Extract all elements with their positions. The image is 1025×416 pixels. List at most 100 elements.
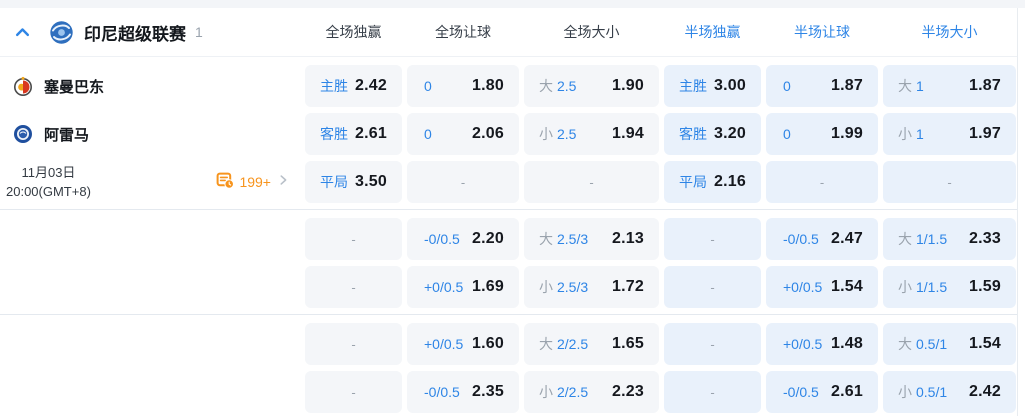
odds-cell-over-under[interactable]: 大 2.5/3 2.13 [524, 218, 659, 260]
odds-cell-handicap[interactable]: -0/0.5 2.61 [766, 371, 878, 413]
odds-value: 1.90 [612, 77, 644, 94]
handicap-line: +0/0.5 [424, 279, 464, 295]
odds-value: 1.94 [612, 125, 644, 142]
odds-cell-handicap[interactable]: -0/0.5 2.47 [766, 218, 878, 260]
selection-label: 平局 [679, 174, 708, 190]
match-date: 11月03日 [21, 164, 76, 180]
league-odds-card: 印尼超级联赛 1 全场独赢 全场让球 全场大小 半场独赢 半场让球 半场大小 塞… [0, 8, 1018, 416]
home-team-row[interactable]: 塞曼巴东 [0, 76, 300, 97]
league-header-row: 印尼超级联赛 1 全场独赢 全场让球 全场大小 半场独赢 半场让球 半场大小 [0, 8, 1017, 57]
over-under-side: 小 [539, 279, 553, 295]
odds-value: 3.20 [714, 125, 746, 142]
over-under-line: 2.5 [557, 126, 577, 142]
odds-cell-win[interactable]: 主胜 2.42 [305, 65, 402, 107]
handicap-line: -0/0.5 [783, 231, 819, 247]
handicap-line: 0 [783, 78, 791, 94]
odds-cell-handicap[interactable]: +0/0.5 1.69 [407, 266, 519, 308]
over-under-line: 1 [916, 126, 924, 142]
over-under-line: 1/1.5 [916, 231, 948, 247]
odds-cell-handicap[interactable]: 0 1.80 [407, 65, 519, 107]
odds-cell-handicap[interactable]: +0/0.5 1.54 [766, 266, 878, 308]
odds-cell-over-under[interactable]: 大 0.5/1 1.54 [883, 323, 1016, 365]
odds-cell-handicap[interactable]: 0 1.99 [766, 113, 878, 155]
odds-cell-handicap[interactable]: +0/0.5 1.60 [407, 323, 519, 365]
over-under-side: 小 [898, 279, 912, 295]
odds-row: - +0/0.5 1.60 大 2/2.5 1.65- +0/0.5 1.48 大 0.5/1 1.… [0, 320, 1017, 368]
odds-row: 11月03日 20:00(GMT+8) 199+ 平局 3.50 - - 平局 … [0, 158, 1017, 206]
handicap-line: 0 [783, 126, 791, 142]
odds-value: 1.69 [472, 278, 504, 295]
empty-odds-placeholder: - [819, 174, 825, 190]
over-under-side: 大 [898, 231, 912, 247]
odds-cell-win[interactable]: 客胜 3.20 [664, 113, 761, 155]
over-under-line: 0.5/1 [916, 336, 948, 352]
odds-cell-over-under[interactable]: 大 2.5 1.90 [524, 65, 659, 107]
over-under-line: 2.5/3 [557, 279, 589, 295]
empty-odds-placeholder: - [710, 231, 715, 247]
column-header-half-1x2: 半场独赢 [684, 24, 741, 40]
odds-cell-handicap[interactable]: -0/0.5 2.35 [407, 371, 519, 413]
odds-value: 3.50 [355, 173, 387, 190]
handicap-line: 0 [424, 126, 432, 142]
odds-block-alt-1: - -0/0.5 2.20 大 2.5/3 2.13- -0/0.5 2.47 大 1/1.5 2.… [0, 210, 1017, 315]
odds-cell-over-under[interactable]: 小 2.5 1.94 [524, 113, 659, 155]
empty-odds-placeholder: - [710, 336, 715, 352]
league-logo-icon [49, 20, 74, 45]
odds-cell-win[interactable]: 平局 3.50 [305, 161, 402, 203]
odds-cell-over-under[interactable]: 小 1 1.97 [883, 113, 1016, 155]
odds-cell-over-under[interactable]: 大 1/1.5 2.33 [883, 218, 1016, 260]
empty-odds-placeholder: - [460, 174, 466, 190]
chevron-up-icon[interactable] [14, 24, 31, 41]
odds-cell-handicap[interactable]: 0 2.06 [407, 113, 519, 155]
league-title[interactable]: 印尼超级联赛 [84, 20, 186, 45]
odds-block-alt-2: - +0/0.5 1.60 大 2/2.5 1.65- +0/0.5 1.48 大 0.5/1 1.… [0, 315, 1017, 416]
odds-value: 1.87 [969, 77, 1001, 94]
over-under-line: 2/2.5 [557, 384, 589, 400]
more-markets-count: 199+ [239, 174, 271, 190]
odds-value: 1.65 [612, 335, 644, 352]
handicap-line: +0/0.5 [783, 336, 823, 352]
handicap-line: +0/0.5 [424, 336, 464, 352]
odds-value: 2.42 [355, 77, 387, 94]
odds-cell-empty: - [664, 266, 761, 308]
odds-cell-empty: - [664, 371, 761, 413]
empty-odds-placeholder: - [351, 384, 356, 400]
odds-cell-handicap[interactable]: 0 1.87 [766, 65, 878, 107]
odds-cell-empty: - [524, 161, 659, 203]
odds-cell-handicap[interactable]: -0/0.5 2.20 [407, 218, 519, 260]
over-under-line: 2.5 [557, 78, 577, 94]
odds-cell-over-under[interactable]: 小 2/2.5 2.23 [524, 371, 659, 413]
over-under-side: 大 [539, 78, 553, 94]
odds-value: 2.42 [969, 383, 1001, 400]
odds-cell-over-under[interactable]: 大 2/2.5 1.65 [524, 323, 659, 365]
empty-odds-placeholder: - [351, 231, 356, 247]
odds-cell-empty: - [664, 218, 761, 260]
away-team-row[interactable]: 阿雷马 [0, 124, 300, 145]
column-header-full-over-under: 全场大小 [563, 24, 620, 40]
odds-cell-win[interactable]: 客胜 2.61 [305, 113, 402, 155]
odds-value: 2.61 [831, 383, 863, 400]
over-under-side: 大 [539, 336, 553, 352]
over-under-line: 1/1.5 [916, 279, 948, 295]
over-under-side: 大 [898, 336, 912, 352]
markets-list-icon [216, 171, 235, 194]
odds-value: 1.87 [831, 77, 863, 94]
odds-cell-win[interactable]: 主胜 3.00 [664, 65, 761, 107]
over-under-line: 2/2.5 [557, 336, 589, 352]
odds-row: - +0/0.5 1.69 小 2.5/3 1.72- +0/0.5 1.54 小 1/1.5 1.… [0, 263, 1017, 311]
odds-cell-handicap[interactable]: +0/0.5 1.48 [766, 323, 878, 365]
odds-cell-over-under[interactable]: 小 0.5/1 2.42 [883, 371, 1016, 413]
league-header-left: 印尼超级联赛 1 [0, 20, 300, 45]
column-header-full-handicap: 全场让球 [435, 24, 491, 40]
odds-cell-over-under[interactable]: 小 1/1.5 1.59 [883, 266, 1016, 308]
odds-cell-over-under[interactable]: 小 2.5/3 1.72 [524, 266, 659, 308]
over-under-line: 1 [916, 78, 924, 94]
selection-label: 主胜 [679, 78, 708, 94]
selection-label: 平局 [320, 174, 349, 190]
odds-value: 2.23 [612, 383, 644, 400]
column-header-full-1x2: 全场独赢 [325, 24, 382, 40]
odds-cell-over-under[interactable]: 大 1 1.87 [883, 65, 1016, 107]
odds-value: 1.99 [831, 125, 863, 142]
more-markets-link[interactable]: 199+ [216, 171, 290, 194]
odds-cell-win[interactable]: 平局 2.16 [664, 161, 761, 203]
